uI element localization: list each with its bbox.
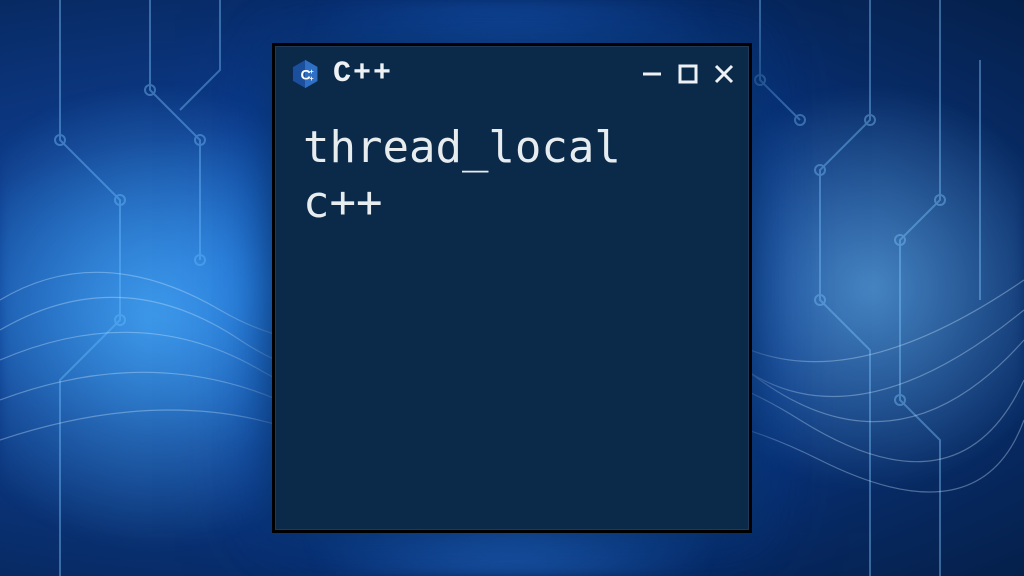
svg-text:+: + (309, 75, 313, 83)
code-line-1: thread_local (303, 122, 621, 173)
code-line-2: c++ (303, 177, 382, 228)
cpp-window: C + + C++ thread_local c++ (272, 43, 752, 533)
cpp-logo-icon: C + + (289, 58, 321, 90)
minimize-button[interactable] (639, 61, 665, 87)
close-button[interactable] (711, 61, 737, 87)
titlebar[interactable]: C + + C++ (275, 46, 749, 102)
code-text: thread_local c++ (303, 120, 721, 230)
window-controls (639, 61, 737, 87)
window-title: C++ (333, 57, 639, 91)
maximize-button[interactable] (675, 61, 701, 87)
window-content: thread_local c++ (275, 102, 749, 530)
